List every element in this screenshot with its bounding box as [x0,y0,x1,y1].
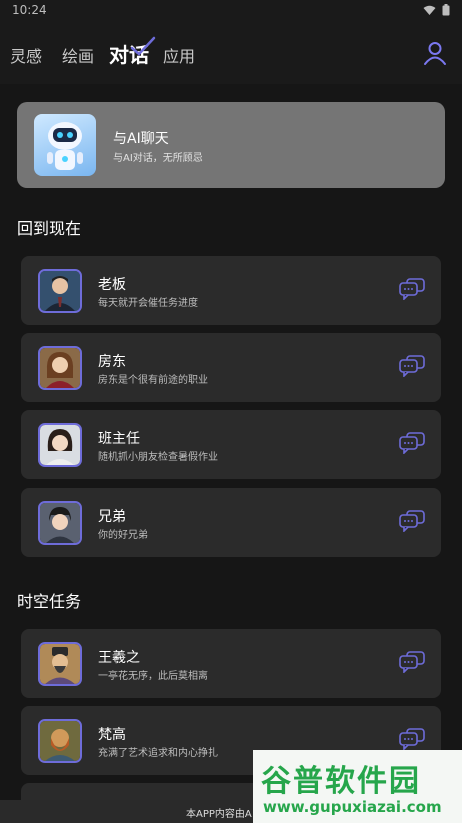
status-time: 10:24 [12,3,47,17]
chat-bubble-icon[interactable] [399,651,425,673]
character-card-head-teacher[interactable]: 班主任 随机抓小朋友检查暑假作业 [21,410,441,479]
character-card-brother[interactable]: 兄弟 你的好兄弟 [21,488,441,557]
tab-apps[interactable]: 应用 [163,43,195,67]
watermark-url: www.gupuxiazai.com [263,798,442,816]
top-nav: 灵感 绘画 对话 应用 [0,20,462,84]
brother-subtitle: 你的好兄弟 [98,530,148,541]
character-card-wang-xizhi[interactable]: 王羲之 一亭花无序，此后莫相离 [21,629,441,698]
boss-subtitle: 每天就开会催任务进度 [98,298,198,309]
van-gogh-title: 梵高 [98,727,126,743]
chat-bubble-icon[interactable] [399,510,425,532]
ai-chat-card[interactable]: 与AI聊天 与AI对话，无所顾忌 [17,102,445,188]
wang-xizhi-subtitle: 一亭花无序，此后莫相离 [98,671,208,682]
brother-avatar [38,501,82,545]
chat-bubble-icon[interactable] [399,355,425,377]
head-teacher-subtitle: 随机抓小朋友检查暑假作业 [98,452,218,463]
ai-chat-subtitle: 与AI对话，无所顾忌 [113,153,203,164]
tab-drawing[interactable]: 绘画 [62,43,94,67]
character-card-boss[interactable]: 老板 每天就开会催任务进度 [21,256,441,325]
ai-chat-title: 与AI聊天 [113,131,169,147]
watermark-overlay: 谷普软件园 www.gupuxiazai.com [253,750,462,823]
wifi-icon [423,5,436,15]
wang-xizhi-avatar [38,642,82,686]
active-tab-checkmark-icon [130,36,156,56]
landlord-subtitle: 房东是个很有前途的职业 [98,375,208,386]
profile-icon[interactable] [422,40,448,66]
van-gogh-subtitle: 充满了艺术追求和内心挣扎 [98,748,218,759]
chat-bubble-icon[interactable] [399,432,425,454]
chat-bubble-icon[interactable] [399,278,425,300]
chat-content: 与AI聊天 与AI对话，无所顾忌 回到现在 老板 每天就开会催任务进度 房东 房… [0,84,462,823]
status-bar: 10:24 [0,0,462,20]
boss-avatar [38,269,82,313]
tab-inspiration[interactable]: 灵感 [10,43,42,67]
section-title-present: 回到现在 [17,219,82,238]
section-title-time-travel: 时空任务 [17,592,82,611]
head-teacher-title: 班主任 [98,431,140,447]
landlord-avatar [38,346,82,390]
landlord-title: 房东 [98,354,126,370]
watermark-brand: 谷普软件园 [261,764,421,799]
character-card-landlord[interactable]: 房东 房东是个很有前途的职业 [21,333,441,402]
wang-xizhi-title: 王羲之 [98,650,140,666]
status-icons [423,4,450,16]
robot-avatar [34,114,96,176]
battery-icon [442,4,450,16]
van-gogh-avatar [38,719,82,763]
head-teacher-avatar [38,423,82,467]
banner-text: 本APP内容由A [186,809,252,820]
boss-title: 老板 [98,277,126,293]
chat-bubble-icon[interactable] [399,728,425,750]
brother-title: 兄弟 [98,509,126,525]
